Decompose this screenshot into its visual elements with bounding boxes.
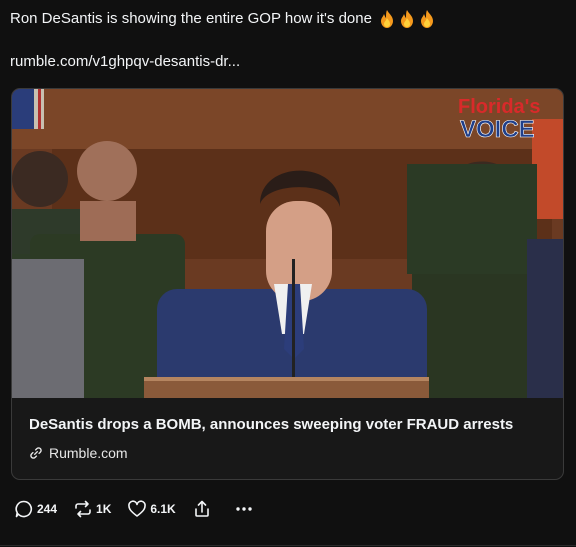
fire-emoji-group [377, 9, 437, 29]
reply-icon [15, 500, 33, 518]
post-link[interactable]: rumble.com/v1ghpqv-desantis-dr... [10, 53, 240, 70]
repost-count: 1K [96, 502, 112, 516]
thumbnail-logo-line2: VOICE [460, 116, 535, 143]
card-domain-label: Rumble.com [49, 445, 128, 461]
reply-button[interactable]: 244 [14, 499, 57, 519]
fire-icon [420, 10, 433, 28]
post-text-content: Ron DeSantis is showing the entire GOP h… [10, 10, 372, 27]
fire-icon [400, 10, 413, 28]
more-icon [236, 507, 252, 511]
repost-button[interactable]: 1K [73, 499, 111, 519]
card-domain: Rumble.com [29, 445, 128, 461]
fire-icon [380, 10, 393, 28]
share-button[interactable] [192, 499, 212, 519]
thumbnail-logo-line1: Florida's [458, 96, 541, 118]
share-icon [194, 500, 209, 517]
video-thumbnail[interactable]: Florida's VOICE [12, 89, 563, 398]
like-button[interactable]: 6.1K [127, 499, 176, 519]
link-preview-card[interactable]: Florida's VOICE DeSantis drops a BOMB, a… [11, 88, 564, 480]
reply-count: 244 [37, 502, 58, 516]
card-title: DeSantis drops a BOMB, announces sweepin… [29, 416, 514, 433]
heart-icon [128, 500, 147, 517]
like-count: 6.1K [150, 502, 176, 516]
repost-icon [75, 500, 91, 518]
bottom-divider [0, 545, 576, 546]
post-text: Ron DeSantis is showing the entire GOP h… [10, 9, 437, 29]
more-button[interactable] [234, 499, 254, 519]
link-icon [30, 447, 42, 459]
action-bar: 244 1K 6.1K [14, 499, 254, 519]
